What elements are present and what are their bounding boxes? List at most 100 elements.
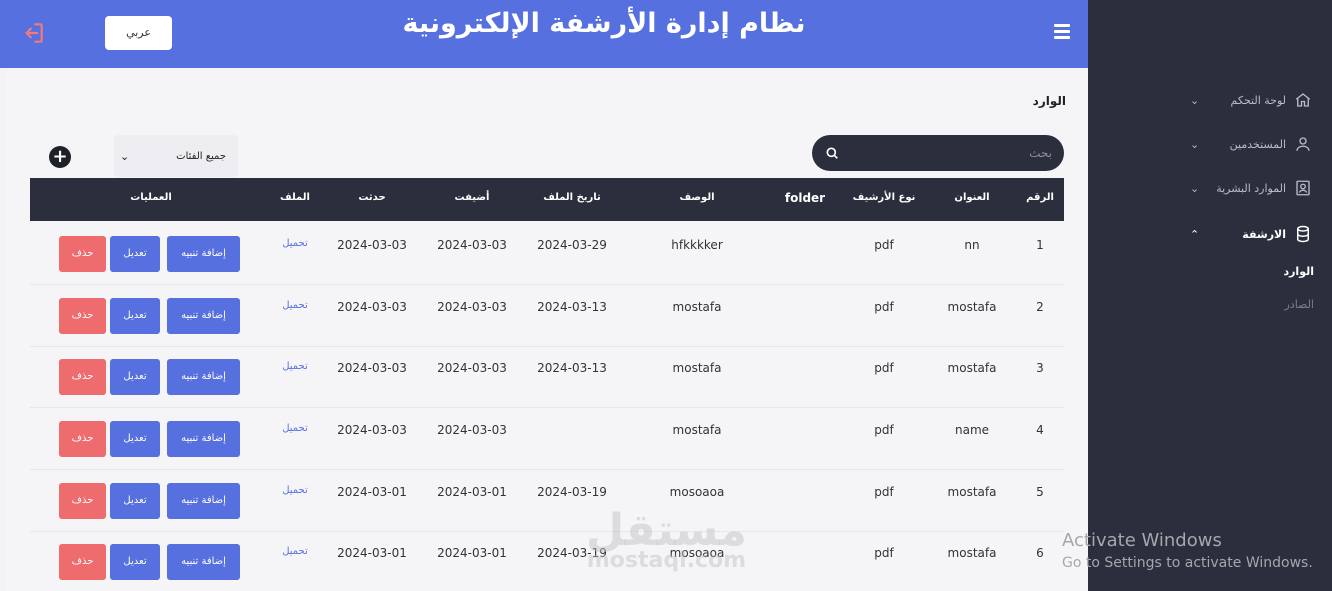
cell-description: mosoaoa (669, 546, 725, 560)
sidebar-item-label: لوحة التحكم (1230, 93, 1286, 107)
cell-number: 3 (1036, 361, 1044, 375)
plus-circle-icon[interactable]: + (49, 146, 71, 168)
cell-updated: 2024-03-01 (337, 546, 407, 560)
cell-archive-type: pdf (874, 361, 894, 375)
edit-button[interactable]: تعديل (110, 421, 160, 457)
col-header-updated: حدثت (358, 192, 386, 203)
download-link[interactable]: تحميل (274, 546, 316, 557)
cell-number: 2 (1036, 300, 1044, 314)
cell-archive-type: pdf (874, 485, 894, 499)
sidebar-item-hr[interactable]: الموارد البشرية ⌄ (1112, 173, 1312, 203)
download-link[interactable]: تحميل (274, 485, 316, 496)
cell-added: 2024-03-03 (437, 238, 507, 252)
col-header-folder: folder (784, 191, 826, 205)
table-row: 3 mostafa pdf mostafa 2024-03-13 2024-03-03 20… (30, 345, 1064, 407)
delete-button[interactable]: حذف (59, 298, 106, 334)
edit-button[interactable]: تعديل (110, 236, 160, 272)
table-header: الرقم العنوان نوع الأرشيف folder الوصف ت… (30, 178, 1064, 221)
database-icon (1297, 225, 1309, 243)
add-alert-button[interactable]: إضافة تنبيه (167, 359, 240, 395)
language-button[interactable]: عربي (105, 16, 172, 50)
chevron-down-icon: ⌄ (120, 149, 130, 163)
user-icon (1296, 137, 1310, 151)
delete-button[interactable]: حذف (59, 483, 106, 519)
cell-file-date: 2024-03-29 (537, 238, 607, 252)
col-header-title: العنوان (954, 192, 990, 203)
add-alert-button[interactable]: إضافة تنبيه (167, 544, 240, 580)
add-alert-button[interactable]: إضافة تنبيه (167, 421, 240, 457)
cell-added: 2024-03-01 (437, 485, 507, 499)
category-select[interactable]: ⌄ جميع الفئات (114, 135, 238, 177)
search-box (812, 135, 1064, 171)
sidebar: لوحة التحكم ⌄ المستخدمين ⌄ الموارد البشر… (1088, 0, 1332, 591)
edit-button[interactable]: تعديل (110, 483, 160, 519)
cell-archive-type: pdf (874, 300, 894, 314)
cell-added: 2024-03-01 (437, 546, 507, 560)
cell-added: 2024-03-03 (437, 423, 507, 437)
chevron-down-icon: ⌄ (1190, 93, 1200, 107)
cell-description: mosoaoa (669, 485, 725, 499)
delete-button[interactable]: حذف (59, 359, 106, 395)
cell-file-date: 2024-03-13 (537, 300, 607, 314)
cell-description: mostafa (672, 300, 722, 314)
search-icon[interactable] (824, 145, 840, 161)
cell-archive-type: pdf (874, 238, 894, 252)
table-row: 6 mostafa pdf mosoaoa 2024-03-19 2024-03-01 20… (30, 530, 1064, 591)
sidebar-item-archive[interactable]: الارشفة ⌃ (1112, 219, 1312, 249)
delete-button[interactable]: حذف (59, 236, 106, 272)
cell-number: 4 (1036, 423, 1044, 437)
chevron-down-icon: ⌄ (1190, 137, 1200, 151)
cell-added: 2024-03-03 (437, 361, 507, 375)
sidebar-item-label: المستخدمين (1229, 137, 1286, 151)
cell-number: 5 (1036, 485, 1044, 499)
top-header: نظام إدارة الأرشفة الإلكترونية عربي (0, 0, 1088, 68)
sidebar-subitem-outgoing[interactable]: الصادر (1284, 298, 1314, 311)
cell-file-date: 2024-03-19 (537, 485, 607, 499)
sidebar-item-dashboard[interactable]: لوحة التحكم ⌄ (1112, 85, 1312, 115)
delete-button[interactable]: حذف (59, 544, 106, 580)
sidebar-item-users[interactable]: المستخدمين ⌄ (1112, 129, 1312, 159)
cell-archive-type: pdf (874, 423, 894, 437)
edit-button[interactable]: تعديل (110, 359, 160, 395)
download-link[interactable]: تحميل (274, 361, 316, 372)
add-alert-button[interactable]: إضافة تنبيه (167, 236, 240, 272)
hamburger-icon[interactable] (1054, 24, 1070, 40)
sidebar-subitem-incoming[interactable]: الوارد (1283, 265, 1314, 278)
col-header-description: الوصف (679, 192, 715, 203)
edit-button[interactable]: تعديل (110, 544, 160, 580)
logout-icon[interactable] (20, 20, 46, 46)
cell-updated: 2024-03-03 (337, 423, 407, 437)
chevron-up-icon: ⌃ (1190, 227, 1200, 241)
cell-file-date: 2024-03-19 (537, 546, 607, 560)
cell-title: mostafa (947, 485, 997, 499)
cell-title: mostafa (947, 361, 997, 375)
cell-updated: 2024-03-03 (337, 300, 407, 314)
download-link[interactable]: تحميل (274, 238, 316, 249)
cell-description: hfkkkker (671, 238, 723, 252)
download-link[interactable]: تحميل (274, 423, 316, 434)
cell-updated: 2024-03-01 (337, 485, 407, 499)
table-row: 2 mostafa pdf mostafa 2024-03-13 2024-03-03 20… (30, 284, 1064, 346)
add-alert-button[interactable]: إضافة تنبيه (167, 483, 240, 519)
category-select-value: جميع الفئات (176, 150, 226, 162)
cell-title: mostafa (947, 546, 997, 560)
cell-file-date: 2024-03-13 (537, 361, 607, 375)
id-card-icon (1296, 180, 1310, 196)
col-header-archive-type: نوع الأرشيف (852, 192, 916, 203)
cell-number: 6 (1036, 546, 1044, 560)
chevron-down-icon: ⌄ (1190, 181, 1200, 195)
cell-number: 1 (1036, 238, 1044, 252)
cell-updated: 2024-03-03 (337, 238, 407, 252)
delete-button[interactable]: حذف (59, 421, 106, 457)
edit-button[interactable]: تعديل (110, 298, 160, 334)
sidebar-item-label: الموارد البشرية (1216, 181, 1286, 195)
col-header-file-date: تاريخ الملف (543, 192, 601, 203)
add-alert-button[interactable]: إضافة تنبيه (167, 298, 240, 334)
cell-title: name (954, 423, 990, 437)
cell-description: mostafa (672, 361, 722, 375)
download-link[interactable]: تحميل (274, 300, 316, 311)
cell-added: 2024-03-03 (437, 300, 507, 314)
col-header-number: الرقم (1026, 192, 1054, 203)
search-input[interactable] (852, 143, 1052, 163)
home-icon (1295, 93, 1311, 107)
